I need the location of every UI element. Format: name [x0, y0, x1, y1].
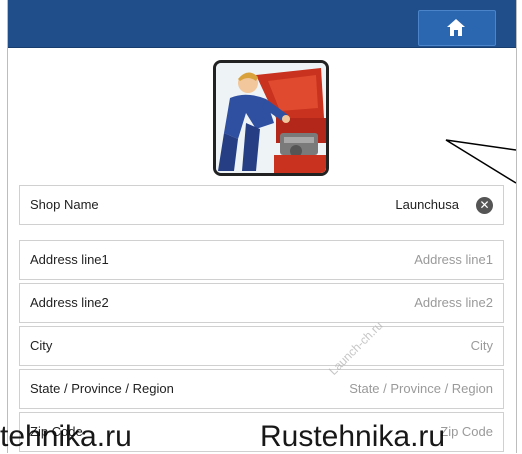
- field-label: Address line1: [30, 252, 109, 267]
- field-placeholder[interactable]: Zip Code: [440, 424, 493, 439]
- city-field[interactable]: City City: [19, 326, 504, 366]
- field-placeholder[interactable]: City: [471, 338, 493, 353]
- field-placeholder[interactable]: Address line1: [414, 252, 493, 267]
- field-label: State / Province / Region: [30, 381, 174, 396]
- address-line2-field[interactable]: Address line2 Address line2: [19, 283, 504, 323]
- field-placeholder[interactable]: State / Province / Region: [349, 381, 493, 396]
- field-label: Zip Code: [30, 424, 83, 439]
- field-label: Address line2: [30, 295, 109, 310]
- clear-icon[interactable]: ✕: [476, 197, 493, 214]
- app-frame: Shop Name Launchusa ✕ Address line1 Addr…: [7, 0, 517, 453]
- zip-code-field[interactable]: Zip Code Zip Code: [19, 412, 504, 452]
- address-line1-field[interactable]: Address line1 Address line1: [19, 240, 504, 280]
- field-label: Shop Name: [30, 197, 99, 212]
- field-placeholder[interactable]: Address line2: [414, 295, 493, 310]
- callout-pointer: [445, 139, 516, 184]
- field-value[interactable]: Launchusa: [395, 197, 459, 212]
- shop-name-field[interactable]: Shop Name Launchusa ✕: [19, 185, 504, 225]
- field-label: City: [30, 338, 53, 353]
- state-field[interactable]: State / Province / Region State / Provin…: [19, 369, 504, 409]
